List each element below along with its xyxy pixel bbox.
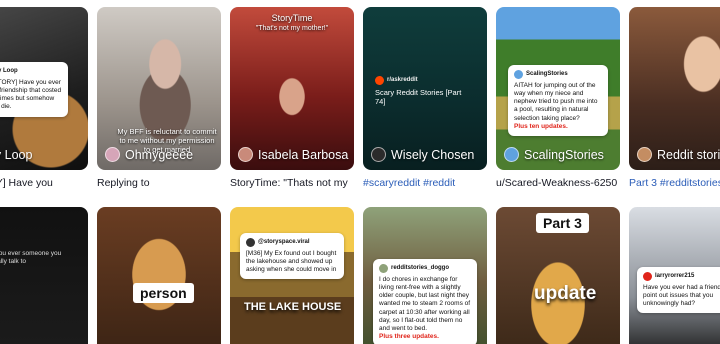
overlay-caption: THE LAKE HOUSE [244, 301, 342, 313]
video-thumbnail-5[interactable]: ScalingStories AITAH for jumping out of … [496, 7, 620, 170]
post-user: @storyspace.viral [258, 238, 310, 245]
overlay-text: I have you ever someone you can't really… [0, 250, 62, 266]
overlay-part: Part 3 [536, 213, 589, 233]
creator-label: Wisely Chosen [391, 147, 475, 162]
avatar [637, 147, 652, 162]
overlay-word: update [534, 283, 597, 304]
video-thumbnail-1[interactable]: Story Loop [FULL STORY] Have you ever en… [0, 7, 88, 170]
reddit-post-overlay: redditstories_doggo I do chores in excha… [373, 259, 477, 344]
creator-label: ScalingStories [524, 147, 604, 162]
video-thumbnail-2[interactable]: My BFF is reluctant to commit to me with… [97, 7, 221, 170]
avatar [371, 147, 386, 162]
overlay-subtitle: "That's not my mother!" [255, 25, 329, 32]
creator-name: ScalingStories [504, 147, 604, 162]
overlay-text: AITAH for jumping out of the way when my… [514, 82, 598, 122]
video-thumbnail-7[interactable]: I have you ever someone you can't really… [0, 207, 88, 344]
post-user: ScalingStories [526, 70, 568, 77]
avatar-icon [379, 264, 388, 273]
overlay-text: Scary Reddit Stories [Part 74] [375, 88, 462, 107]
video-caption-4[interactable]: #scaryreddit #reddit [363, 177, 487, 189]
video-thumbnail-10[interactable]: redditstories_doggo I do chores in excha… [363, 207, 487, 344]
avatar-icon [246, 238, 255, 247]
video-caption-6[interactable]: Part 3 #redditstories # [629, 177, 720, 189]
caption-text: Part 3 #redditstories # [629, 177, 720, 189]
creator-name: Wisely Chosen [371, 147, 474, 162]
video-caption-2[interactable]: Replying to [97, 177, 221, 189]
avatar [504, 147, 519, 162]
video-thumbnail-9[interactable]: @storyspace.viral [M36] My Ex found out … [230, 207, 354, 344]
video-thumbnail-8[interactable]: person [97, 207, 221, 344]
video-caption-1[interactable]: [STORY] Have you [0, 177, 88, 189]
video-thumbnail-12[interactable]: larryrorrer215 Have you ever had a frien… [629, 207, 720, 344]
reddit-post-overlay: Story Loop [FULL STORY] Have you ever en… [0, 62, 68, 117]
reddit-post-overlay: r/askreddit Scary Reddit Stories [Part 7… [369, 71, 479, 112]
avatar [105, 147, 120, 162]
reddit-icon [375, 76, 384, 85]
avatar-icon [643, 272, 652, 281]
creator-label: Isabela Barbosa [258, 147, 349, 162]
post-overlay: I have you ever someone you can't really… [0, 245, 70, 271]
video-caption-3[interactable]: StoryTime: "Thats not my [230, 177, 354, 189]
overlay-update: Plus ten updates. [514, 122, 568, 130]
reddit-post-overlay: ScalingStories AITAH for jumping out of … [508, 65, 608, 136]
avatar-icon [514, 70, 523, 79]
overlay-text: I do chores in exchange for living rent-… [379, 276, 471, 332]
creator-label: Reddit stories [657, 147, 720, 162]
post-user: r/askreddit [387, 76, 418, 83]
video-thumbnail-6[interactable]: Reddit stories [629, 7, 720, 170]
overlay-word: person [133, 283, 194, 303]
avatar [238, 147, 253, 162]
creator-label: Ohmygeeee [125, 147, 194, 162]
reddit-post-overlay: larryrorrer215 Have you ever had a frien… [637, 267, 720, 314]
video-thumbnail-4[interactable]: r/askreddit Scary Reddit Stories [Part 7… [363, 7, 487, 170]
creator-name: Reddit stories [637, 147, 720, 162]
overlay-text: Have you ever had a friend point out iss… [643, 284, 720, 308]
creator-name: Ohmygeeee [105, 147, 193, 162]
video-thumbnail-3[interactable]: StoryTime "That's not my mother!" Isabel… [230, 7, 354, 170]
creator-name: Story Loop [0, 148, 32, 162]
reddit-post-overlay: @storyspace.viral [M36] My Ex found out … [240, 233, 344, 280]
overlay-text: [M36] My Ex found out I bought the lakeh… [246, 250, 337, 274]
overlay-update: Plus three updates. [379, 332, 439, 340]
overlay-title: StoryTime [271, 13, 313, 23]
post-user: redditstories_doggo [391, 264, 450, 271]
video-caption-5[interactable]: u/Scared-Weakness-6250 [496, 177, 620, 189]
overlay-text: [FULL STORY] Have you ever ended a frien… [0, 79, 62, 111]
creator-name: Isabela Barbosa [238, 147, 348, 162]
video-thumbnail-11[interactable]: Part 3 update [496, 207, 620, 344]
post-user: larryrorrer215 [655, 272, 695, 279]
creator-label: Story Loop [0, 148, 33, 162]
